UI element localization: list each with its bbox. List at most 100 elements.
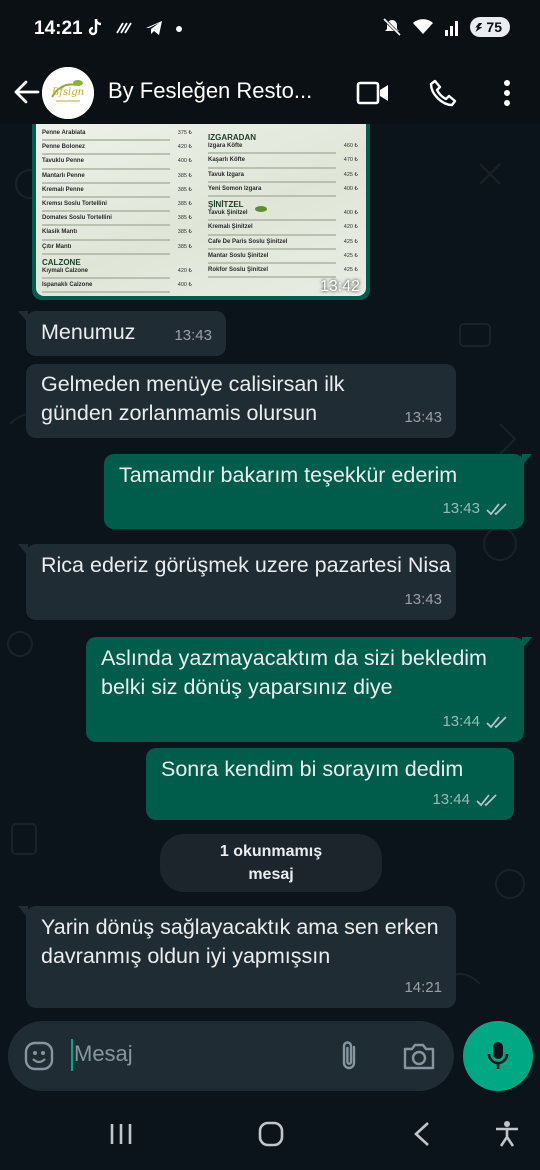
voice-message-button[interactable] bbox=[463, 1021, 533, 1091]
menu-item-name: Mantar Soslu Şinitzel bbox=[208, 252, 269, 259]
menu-item-price: 385 ₺ bbox=[177, 215, 192, 222]
menu-item-description-line bbox=[208, 195, 336, 198]
text-caret bbox=[71, 1039, 73, 1071]
menu-item: Domates Soslu Tortellini 385 ₺ bbox=[42, 215, 192, 222]
tiktok-icon bbox=[88, 18, 102, 36]
menu-item-name: Penne Arabiata bbox=[42, 130, 86, 136]
menu-item-name: Kremsı Soslu Tortellini bbox=[42, 201, 107, 208]
menu-item-price: 420 ₺ bbox=[177, 144, 192, 151]
menu-item-price: 425 ₺ bbox=[343, 238, 358, 245]
menu-item-description-line bbox=[42, 210, 170, 213]
avatar[interactable]: Bfslgn bbox=[42, 67, 94, 119]
bubble-tail bbox=[522, 637, 532, 649]
image-time: 13:42 bbox=[319, 278, 360, 295]
mute-icon bbox=[383, 17, 402, 37]
menu-item: Tavuk Izgara 425 ₺ bbox=[208, 172, 358, 179]
menu-item-name: Domates Soslu Tortellini bbox=[42, 215, 112, 222]
home-icon[interactable] bbox=[258, 1121, 284, 1147]
menu-item: Çıtır Mantı 385 ₺ bbox=[42, 244, 192, 251]
read-ticks-icon bbox=[486, 502, 507, 515]
menu-item-description-line bbox=[42, 139, 170, 142]
menu-item-price: 375 ₺ bbox=[177, 130, 192, 136]
menu-column-left: Penne Arabiata 375 ₺ Penne Bolonez 420 ₺ Tav… bbox=[42, 130, 192, 296]
menu-item-price: 425 ₺ bbox=[343, 171, 358, 178]
menu-item-description-line bbox=[208, 233, 336, 236]
menu-item-description-line bbox=[208, 219, 336, 222]
bubble-tail bbox=[18, 906, 28, 918]
unread-label-text: mesaj bbox=[248, 866, 294, 883]
back-nav-icon[interactable] bbox=[412, 1121, 432, 1147]
bubble-tail bbox=[18, 311, 28, 323]
message-incoming[interactable]: Menumuz 13:43 bbox=[18, 311, 226, 356]
message-incoming[interactable]: Rica ederiz görüşmek uzere pazartesi Nis… bbox=[18, 544, 456, 620]
more-icon[interactable] bbox=[502, 78, 512, 108]
menu-item-price: 400 ₺ bbox=[343, 185, 358, 192]
menu-item: Klasik Mantı 385 ₺ bbox=[42, 229, 192, 236]
menu-item: Kaşarlı Köfte 470 ₺ bbox=[208, 157, 358, 164]
message-time: 13:43 bbox=[404, 591, 442, 608]
menu-item: Yeni Somon Izgara 400 ₺ bbox=[208, 186, 358, 193]
chat-area[interactable]: Penne Arabiata 375 ₺ Penne Bolonez 420 ₺ Tav… bbox=[0, 124, 540, 1010]
menu-item-description-line bbox=[42, 252, 170, 255]
attach-icon[interactable] bbox=[338, 1039, 360, 1073]
back-arrow-icon[interactable] bbox=[12, 78, 40, 106]
signal-icon bbox=[445, 21, 459, 36]
menu-item-price: 385 ₺ bbox=[177, 229, 192, 236]
chat-title[interactable]: By Fesleğen Resto... bbox=[108, 78, 338, 104]
menu-item: Penne Bolonez 420 ₺ bbox=[42, 144, 192, 151]
menu-item-description-line bbox=[208, 152, 336, 155]
phone-icon[interactable] bbox=[428, 78, 458, 108]
composer-bar: Mesaj bbox=[0, 1010, 540, 1102]
menu-item-name: Kaşarlı Köfte bbox=[208, 157, 246, 164]
system-icons: 75 bbox=[382, 17, 510, 37]
menu-item-price: 470 ₺ bbox=[343, 157, 358, 164]
status-time: 14:21 bbox=[34, 18, 83, 39]
message-outgoing[interactable]: Tamamdır bakarım teşekkür ederim 13:43 bbox=[104, 454, 532, 529]
message-input[interactable]: Mesaj bbox=[8, 1021, 454, 1091]
emoji-icon[interactable] bbox=[24, 1041, 54, 1071]
message-time: 13:44 bbox=[432, 785, 500, 814]
menu-item: Cafe De Paris Soslu Şinitzel 425 ₺ bbox=[208, 239, 358, 246]
menu-item-price: 420 ₺ bbox=[343, 224, 358, 231]
menu-item-description-line bbox=[42, 167, 170, 170]
menu-item-description-line bbox=[42, 238, 170, 241]
menu-item-description-line bbox=[208, 180, 336, 183]
menu-item-description-line bbox=[42, 181, 170, 184]
menu-item-price: 460 ₺ bbox=[343, 143, 358, 150]
video-call-icon[interactable] bbox=[356, 80, 390, 106]
telegram-icon bbox=[146, 21, 162, 35]
menu-item-description-line bbox=[42, 153, 170, 156]
message-incoming[interactable]: Gelmeden menüye calisirsan ilk günden zo… bbox=[26, 364, 456, 438]
message-incoming[interactable]: Yarin dönüş sağlayacaktık ama sen erken … bbox=[18, 906, 456, 1008]
menu-item: Kremalı Şinitzel 420 ₺ bbox=[208, 224, 358, 231]
message-time: 14:21 bbox=[404, 979, 442, 996]
accessibility-icon[interactable] bbox=[494, 1120, 520, 1148]
basil-leaf-icon bbox=[255, 206, 267, 212]
menu-item: Kremsı Soslu Tortellini 385 ₺ bbox=[42, 201, 192, 208]
menu-item-name: Tavuk Izgara bbox=[208, 171, 244, 178]
menu-item-price: 400 ₺ bbox=[177, 158, 192, 165]
menu-item: Mantarlı Penne 385 ₺ bbox=[42, 173, 192, 180]
message-text: Gelmeden menüye calisirsan ilk günden zo… bbox=[41, 372, 345, 425]
menu-item-description-line bbox=[42, 277, 170, 280]
unread-count-text: 1 okunmamış bbox=[219, 843, 323, 860]
message-outgoing[interactable]: Aslında yazmayacaktım da sizi bekledim b… bbox=[86, 637, 532, 742]
recent-apps-icon[interactable] bbox=[108, 1122, 134, 1146]
image-message[interactable]: Penne Arabiata 375 ₺ Penne Bolonez 420 ₺ Tav… bbox=[32, 124, 370, 300]
menu-item-price: 385 ₺ bbox=[177, 201, 192, 208]
menu-item-name: Yeni Somon Izgara bbox=[208, 185, 262, 192]
camera-icon[interactable] bbox=[402, 1041, 436, 1071]
menu-item-name: Izgara Köfte bbox=[208, 143, 243, 150]
restaurant-logo-icon: Bfslgn bbox=[42, 67, 94, 119]
message-outgoing[interactable]: Sonra kendim bi sorayım dedim 13:44 bbox=[146, 748, 514, 820]
message-time: 13:44 bbox=[442, 707, 510, 736]
menu-image[interactable]: Penne Arabiata 375 ₺ Penne Bolonez 420 ₺ Tav… bbox=[36, 124, 366, 296]
message-text: Sonra kendim bi sorayım dedim bbox=[161, 757, 464, 781]
message-time: 13:43 bbox=[442, 494, 510, 523]
menu-item: Rokfor Soslu Şinitzel 425 ₺ bbox=[208, 267, 358, 274]
dot-icon bbox=[176, 26, 182, 32]
svg-text:Bfslgn: Bfslgn bbox=[51, 87, 84, 98]
message-placeholder[interactable]: Mesaj bbox=[74, 1041, 133, 1067]
menu-item-name: Tavuklu Penne bbox=[42, 158, 84, 165]
menu-item-price: 425 ₺ bbox=[343, 252, 358, 259]
